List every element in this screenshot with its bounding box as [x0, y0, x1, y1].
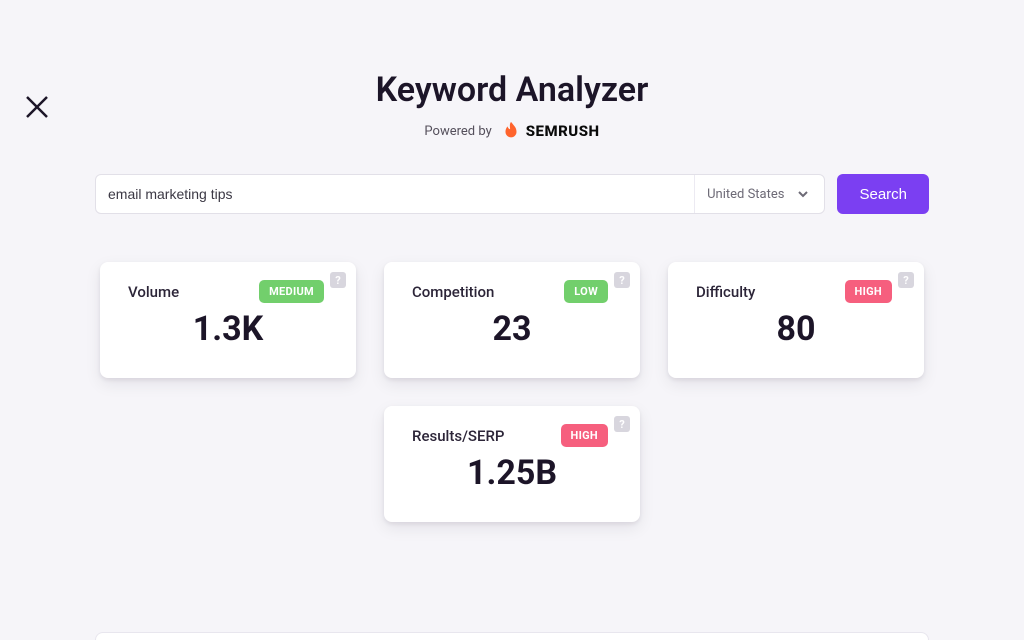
chevron-down-icon: [790, 181, 816, 207]
powered-by-label: Powered by: [424, 124, 491, 139]
country-label: United States: [707, 187, 784, 202]
help-icon[interactable]: ?: [330, 272, 346, 288]
lower-panel: [95, 632, 929, 640]
semrush-flame-icon: [500, 120, 522, 142]
search-button[interactable]: Search: [837, 174, 929, 214]
metric-label: Difficulty: [696, 283, 755, 301]
help-icon[interactable]: ?: [898, 272, 914, 288]
semrush-wordmark: SEMRUSH: [526, 122, 600, 140]
keyword-input[interactable]: [108, 186, 694, 202]
search-bar: United States Search: [95, 174, 929, 214]
metric-label: Volume: [128, 283, 179, 301]
help-icon[interactable]: ?: [614, 272, 630, 288]
close-button[interactable]: [22, 92, 52, 122]
metric-badge: LOW: [564, 280, 608, 303]
help-icon[interactable]: ?: [614, 416, 630, 432]
semrush-logo: SEMRUSH: [500, 120, 600, 142]
metric-card-difficulty: ? Difficulty HIGH 80: [668, 262, 924, 378]
search-box: United States: [95, 174, 825, 214]
metric-badge: HIGH: [561, 424, 608, 447]
metric-value: 1.25B: [412, 453, 612, 493]
metric-value: 23: [412, 309, 612, 349]
metric-label: Results/SERP: [412, 427, 505, 445]
metric-badge: HIGH: [845, 280, 892, 303]
metric-card-competition: ? Competition LOW 23: [384, 262, 640, 378]
powered-by-row: Powered by SEMRUSH: [0, 120, 1024, 142]
metric-card-results: ? Results/SERP HIGH 1.25B: [384, 406, 640, 522]
metric-value: 1.3K: [128, 309, 328, 349]
page-title: Keyword Analyzer: [0, 70, 1024, 110]
metric-label: Competition: [412, 283, 494, 301]
metric-badge: MEDIUM: [259, 280, 324, 303]
metric-value: 80: [696, 309, 896, 349]
close-icon: [22, 92, 52, 122]
country-select[interactable]: United States: [694, 175, 824, 213]
metric-card-volume: ? Volume MEDIUM 1.3K: [100, 262, 356, 378]
